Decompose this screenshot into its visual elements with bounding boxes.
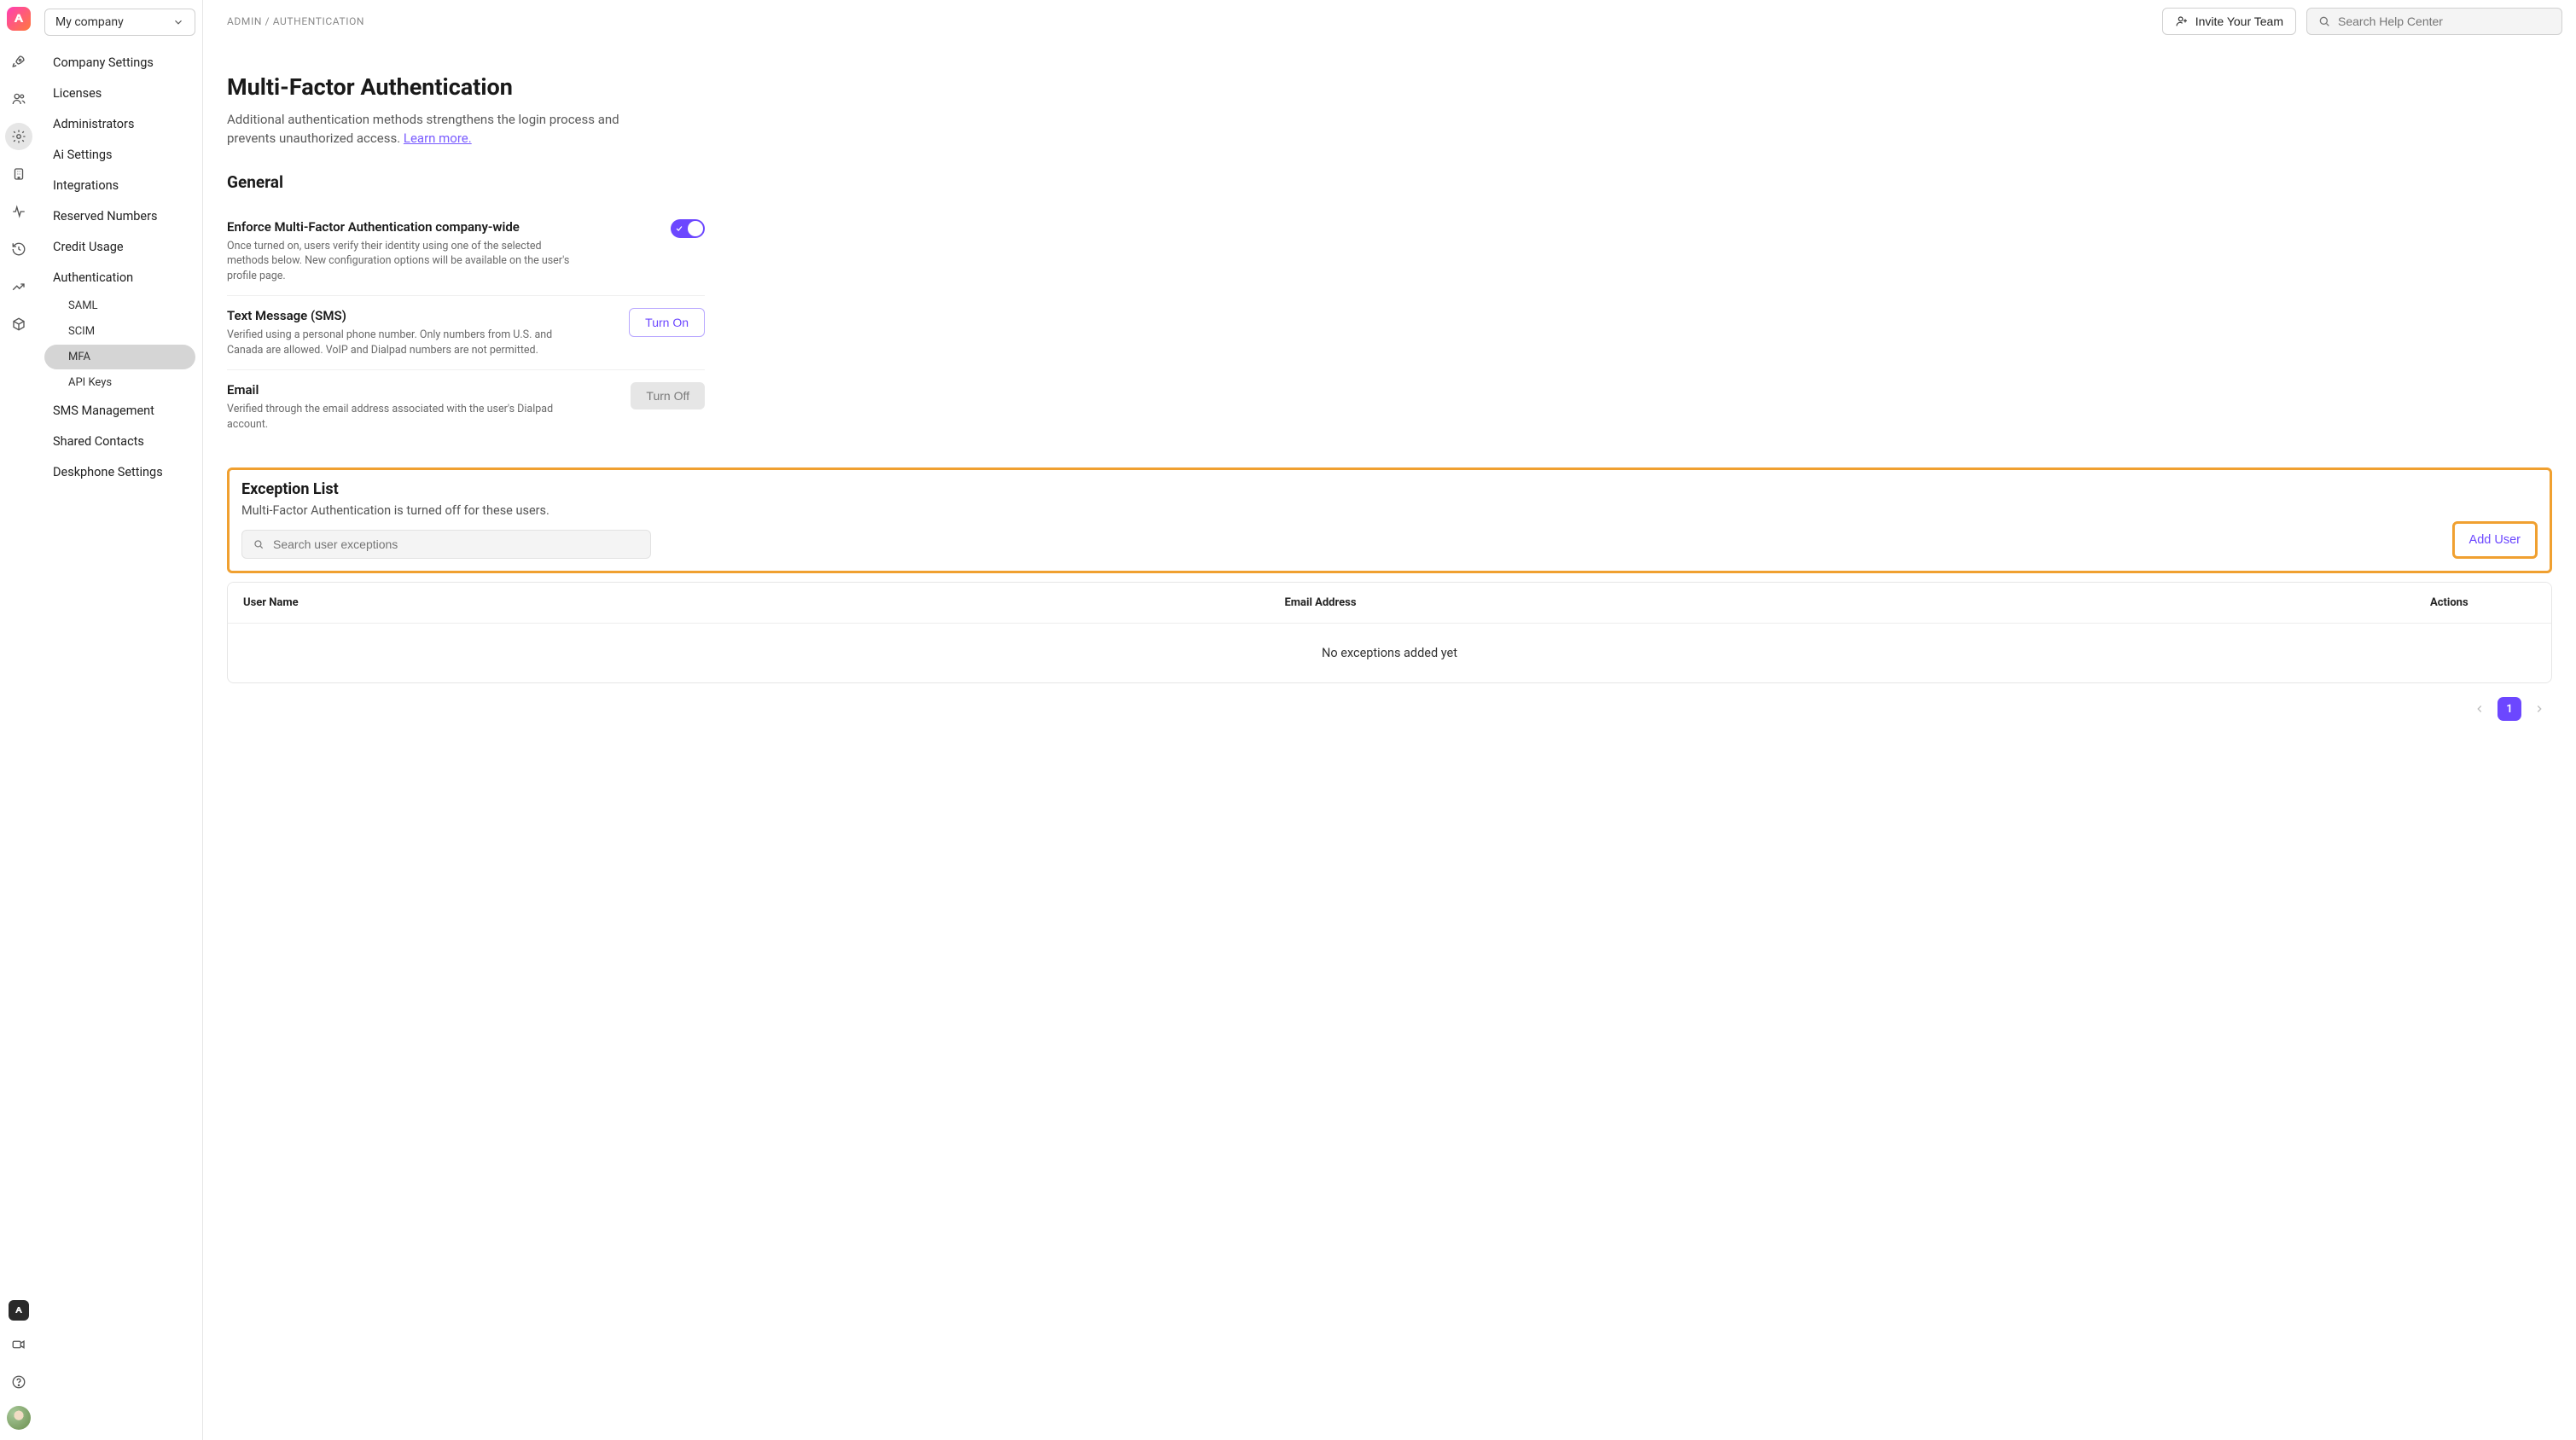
user-avatar[interactable] — [7, 1406, 31, 1430]
add-user-highlight: Add User — [2452, 521, 2538, 559]
app-logo[interactable] — [7, 7, 31, 31]
help-icon[interactable] — [5, 1368, 32, 1396]
sidebar-item-integrations[interactable]: Integrations — [44, 171, 195, 200]
col-user-name: User Name — [228, 583, 1269, 623]
col-actions: Actions — [2415, 583, 2551, 623]
company-selector[interactable]: My company — [44, 9, 195, 36]
sidebar-subitem-saml[interactable]: SAML — [44, 293, 195, 318]
app-badge[interactable] — [9, 1300, 29, 1321]
exception-table: User Name Email Address Actions No excep… — [227, 582, 2552, 683]
icon-rail — [0, 0, 38, 1440]
sidebar-item-sms-management[interactable]: SMS Management — [44, 396, 195, 426]
enforce-toggle[interactable] — [671, 219, 705, 238]
sidebar-item-administrators[interactable]: Administrators — [44, 109, 195, 139]
cube-icon[interactable] — [5, 311, 32, 338]
sidebar-item-ai-settings[interactable]: Ai Settings — [44, 140, 195, 170]
exception-search-container[interactable] — [241, 530, 651, 559]
col-email: Email Address — [1269, 583, 2415, 623]
pagination: 1 — [227, 697, 2552, 721]
pager-page-1[interactable]: 1 — [2497, 697, 2521, 721]
email-turn-off-button[interactable]: Turn Off — [631, 382, 705, 409]
check-icon — [675, 224, 683, 233]
exception-search-input[interactable] — [273, 537, 640, 551]
exception-table-head: User Name Email Address Actions — [228, 583, 2551, 624]
enforce-desc: Once turned on, users verify their ident… — [227, 239, 585, 284]
chevron-left-icon — [2474, 703, 2486, 715]
user-plus-icon — [2175, 15, 2189, 28]
video-icon[interactable] — [5, 1331, 32, 1358]
search-help-container[interactable] — [2306, 8, 2562, 35]
sidebar-item-authentication[interactable]: Authentication — [44, 263, 195, 293]
sidebar-subitem-mfa[interactable]: MFA — [44, 345, 195, 369]
rocket-icon[interactable] — [5, 48, 32, 75]
building-icon[interactable] — [5, 160, 32, 188]
sidebar-item-shared-contacts[interactable]: Shared Contacts — [44, 427, 195, 456]
setting-email: Email Verified through the email address… — [227, 370, 705, 444]
pager-next[interactable] — [2530, 700, 2549, 718]
topbar: ADMIN / AUTHENTICATION Invite Your Team — [203, 0, 2576, 43]
history-icon[interactable] — [5, 235, 32, 263]
breadcrumb: ADMIN / AUTHENTICATION — [227, 15, 2152, 27]
sidebar-item-company-settings[interactable]: Company Settings — [44, 48, 195, 78]
sidebar: My company Company Settings Licenses Adm… — [38, 0, 203, 1440]
company-selector-label: My company — [55, 15, 124, 29]
email-label: Email — [227, 382, 613, 398]
enforce-label: Enforce Multi-Factor Authentication comp… — [227, 219, 654, 235]
sidebar-item-credit-usage[interactable]: Credit Usage — [44, 232, 195, 262]
trend-icon[interactable] — [5, 273, 32, 300]
page-subtitle: Additional authentication methods streng… — [227, 111, 671, 148]
setting-enforce-mfa: Enforce Multi-Factor Authentication comp… — [227, 207, 705, 297]
page-title: Multi-Factor Authentication — [227, 73, 2552, 101]
sms-label: Text Message (SMS) — [227, 308, 612, 323]
activity-icon[interactable] — [5, 198, 32, 225]
learn-more-link[interactable]: Learn more. — [404, 131, 472, 146]
exception-title: Exception List — [241, 480, 2439, 498]
general-section-title: General — [227, 172, 2552, 192]
pager-prev[interactable] — [2470, 700, 2489, 718]
search-help-input[interactable] — [2338, 15, 2551, 28]
exception-list-highlight: Exception List Multi-Factor Authenticati… — [227, 467, 2552, 573]
chevron-right-icon — [2533, 703, 2545, 715]
sidebar-subitem-scim[interactable]: SCIM — [44, 319, 195, 344]
sidebar-subitem-api-keys[interactable]: API Keys — [44, 370, 195, 395]
sidebar-item-licenses[interactable]: Licenses — [44, 78, 195, 108]
sidebar-item-deskphone-settings[interactable]: Deskphone Settings — [44, 457, 195, 487]
exception-empty-state: No exceptions added yet — [228, 624, 2551, 682]
chevron-down-icon — [172, 16, 184, 28]
search-icon — [253, 538, 265, 550]
invite-team-button[interactable]: Invite Your Team — [2162, 8, 2296, 35]
add-user-button[interactable]: Add User — [2457, 526, 2532, 554]
users-icon[interactable] — [5, 85, 32, 113]
invite-team-label: Invite Your Team — [2195, 15, 2283, 28]
search-icon — [2317, 15, 2331, 28]
exception-desc: Multi-Factor Authentication is turned of… — [241, 503, 2439, 518]
sidebar-item-reserved-numbers[interactable]: Reserved Numbers — [44, 201, 195, 231]
settings-gear-icon[interactable] — [5, 123, 32, 150]
sms-desc: Verified using a personal phone number. … — [227, 328, 585, 357]
setting-sms: Text Message (SMS) Verified using a pers… — [227, 296, 705, 370]
sms-turn-on-button[interactable]: Turn On — [629, 308, 705, 337]
email-desc: Verified through the email address assoc… — [227, 402, 585, 432]
